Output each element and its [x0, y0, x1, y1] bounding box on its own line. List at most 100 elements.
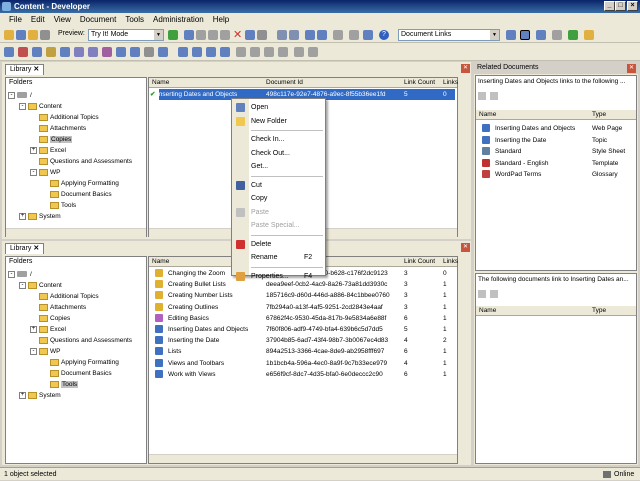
menu-file[interactable]: File [9, 15, 22, 24]
layout-icon[interactable] [506, 30, 516, 40]
related-row[interactable]: Inserting the Date Topic [476, 135, 636, 146]
context-item-check-out[interactable]: Check Out... [232, 147, 325, 160]
outdent-icon[interactable] [250, 47, 260, 57]
tree-node[interactable]: Document Basics [8, 189, 132, 200]
tree-node[interactable]: Applying Formatting [8, 178, 132, 189]
collapse-icon[interactable]: - [30, 347, 37, 355]
horizontal-scrollbar[interactable] [149, 454, 457, 463]
tree-node[interactable]: Additional Topics [8, 112, 132, 123]
minimize-button[interactable]: _ [604, 1, 615, 11]
column-header-links[interactable]: Links [443, 257, 458, 267]
cut-icon[interactable] [196, 30, 206, 40]
horizontal-scrollbar[interactable] [6, 228, 146, 237]
topic-icon[interactable] [46, 47, 56, 57]
filter-icon[interactable] [144, 47, 154, 57]
column-header-name[interactable]: Name [152, 78, 169, 88]
tab-close-icon[interactable]: ✕ [33, 245, 39, 252]
sync-icon[interactable] [568, 30, 578, 40]
check-out-icon[interactable] [192, 47, 202, 57]
question-icon[interactable] [130, 47, 140, 57]
collapse-icon[interactable]: - [19, 102, 26, 110]
column-header-links[interactable]: Links [443, 78, 458, 88]
tree-node[interactable]: Applying Formatting [8, 357, 132, 368]
expand-icon[interactable] [264, 47, 274, 57]
import-icon[interactable] [158, 47, 168, 57]
history-icon[interactable] [294, 47, 304, 57]
table-row[interactable]: Editing Basics 67862f4c-9530-45da-817b-9e… [149, 313, 457, 324]
table-row[interactable]: Creating Number Lists 185716c9-d60d-446d-… [149, 290, 457, 301]
context-item-rename[interactable]: Rename F2 [232, 251, 325, 264]
context-item-new-folder[interactable]: New Folder [232, 115, 325, 128]
column-header-type[interactable]: Type [592, 306, 606, 316]
tab-close-icon[interactable]: ✕ [33, 66, 39, 73]
column-header-name[interactable]: Name [479, 110, 496, 120]
tree-node[interactable]: Tools [8, 379, 132, 390]
tree-node[interactable]: - / [8, 90, 132, 101]
pencil-icon[interactable] [478, 92, 486, 100]
split-vertical-icon[interactable] [536, 30, 546, 40]
related-row[interactable]: WordPad Terms Glossary [476, 169, 636, 180]
move-up-icon[interactable] [206, 47, 216, 57]
tree-node[interactable]: Questions and Assessments [8, 335, 132, 346]
check-in-icon[interactable] [178, 47, 188, 57]
tree-node[interactable]: - Content [8, 280, 132, 291]
role-icon[interactable] [102, 47, 112, 57]
move-down-icon[interactable] [220, 47, 230, 57]
tree-node[interactable]: Copies [8, 134, 132, 145]
tree-node[interactable]: Tools [8, 200, 132, 211]
column-header-type[interactable]: Type [592, 110, 606, 120]
tree-node[interactable]: + Excel [8, 145, 132, 156]
collapse-icon[interactable]: - [8, 270, 15, 278]
compare-icon[interactable] [308, 47, 318, 57]
web-page-icon[interactable] [88, 47, 98, 57]
publish-icon[interactable] [184, 30, 194, 40]
links-icon[interactable] [317, 30, 327, 40]
tree-node[interactable]: + System [8, 211, 132, 222]
glossary-icon[interactable] [74, 47, 84, 57]
preview-go-icon[interactable] [168, 30, 178, 40]
undo-icon[interactable] [277, 30, 287, 40]
section-icon[interactable] [32, 47, 42, 57]
assessment-icon[interactable] [116, 47, 126, 57]
collapse-icon[interactable]: - [30, 168, 37, 176]
tree-node[interactable]: Attachments [8, 123, 132, 134]
preview-mode-select[interactable]: Try It! Mode ▼ [88, 29, 164, 41]
tree-node[interactable]: - WP [8, 167, 132, 178]
tree-node[interactable]: - / [8, 269, 132, 280]
binoculars-icon[interactable] [305, 30, 315, 40]
context-item-check-in[interactable]: Check In... [232, 133, 325, 146]
column-header-name[interactable]: Name [152, 257, 169, 267]
document-links-select[interactable]: Document Links ▼ [398, 29, 500, 41]
tree-node[interactable]: - Content [8, 101, 132, 112]
column-header-link-count[interactable]: Link Count [404, 257, 435, 267]
open-folder-icon[interactable] [4, 30, 14, 40]
expand-icon[interactable]: + [19, 212, 26, 220]
related-close-icon[interactable]: ✕ [627, 64, 636, 73]
related-row[interactable]: Standard Style Sheet [476, 146, 636, 157]
redo-icon[interactable] [289, 30, 299, 40]
tree-node[interactable]: Attachments [8, 302, 132, 313]
table-row[interactable]: Views and Toolbars 1b1bcb4a-596a-4ec0-8a9… [149, 358, 457, 369]
pencil-icon[interactable] [478, 290, 486, 298]
related-row[interactable]: Standard - English Template [476, 158, 636, 169]
panel-close-icon[interactable]: ✕ [461, 243, 470, 252]
zoom-icon[interactable] [333, 30, 343, 40]
package-icon[interactable] [60, 47, 70, 57]
tree-node[interactable]: + Excel [8, 324, 132, 335]
table-row[interactable]: Lists 894a2513-3366-4cae-8de9-ab2958fff69… [149, 346, 457, 357]
document-icon[interactable] [4, 47, 14, 57]
paste-icon[interactable] [220, 30, 230, 40]
menu-document[interactable]: Document [80, 15, 116, 24]
column-header-document-id[interactable]: Document Id [266, 78, 303, 88]
tree-node[interactable]: Questions and Assessments [8, 156, 132, 167]
menu-tools[interactable]: Tools [125, 15, 144, 24]
panel-close-icon[interactable]: ✕ [461, 64, 470, 73]
context-item-copy[interactable]: Copy [232, 192, 325, 205]
expand-icon[interactable]: + [19, 391, 26, 399]
menu-view[interactable]: View [54, 15, 71, 24]
collapse-icon[interactable] [278, 47, 288, 57]
menu-help[interactable]: Help [213, 15, 229, 24]
tab-library-bottom[interactable]: Library ✕ [5, 243, 45, 254]
find-icon[interactable] [245, 30, 255, 40]
table-row[interactable]: Inserting the Date 37904b85-6ad7-43f4-98b… [149, 335, 457, 346]
